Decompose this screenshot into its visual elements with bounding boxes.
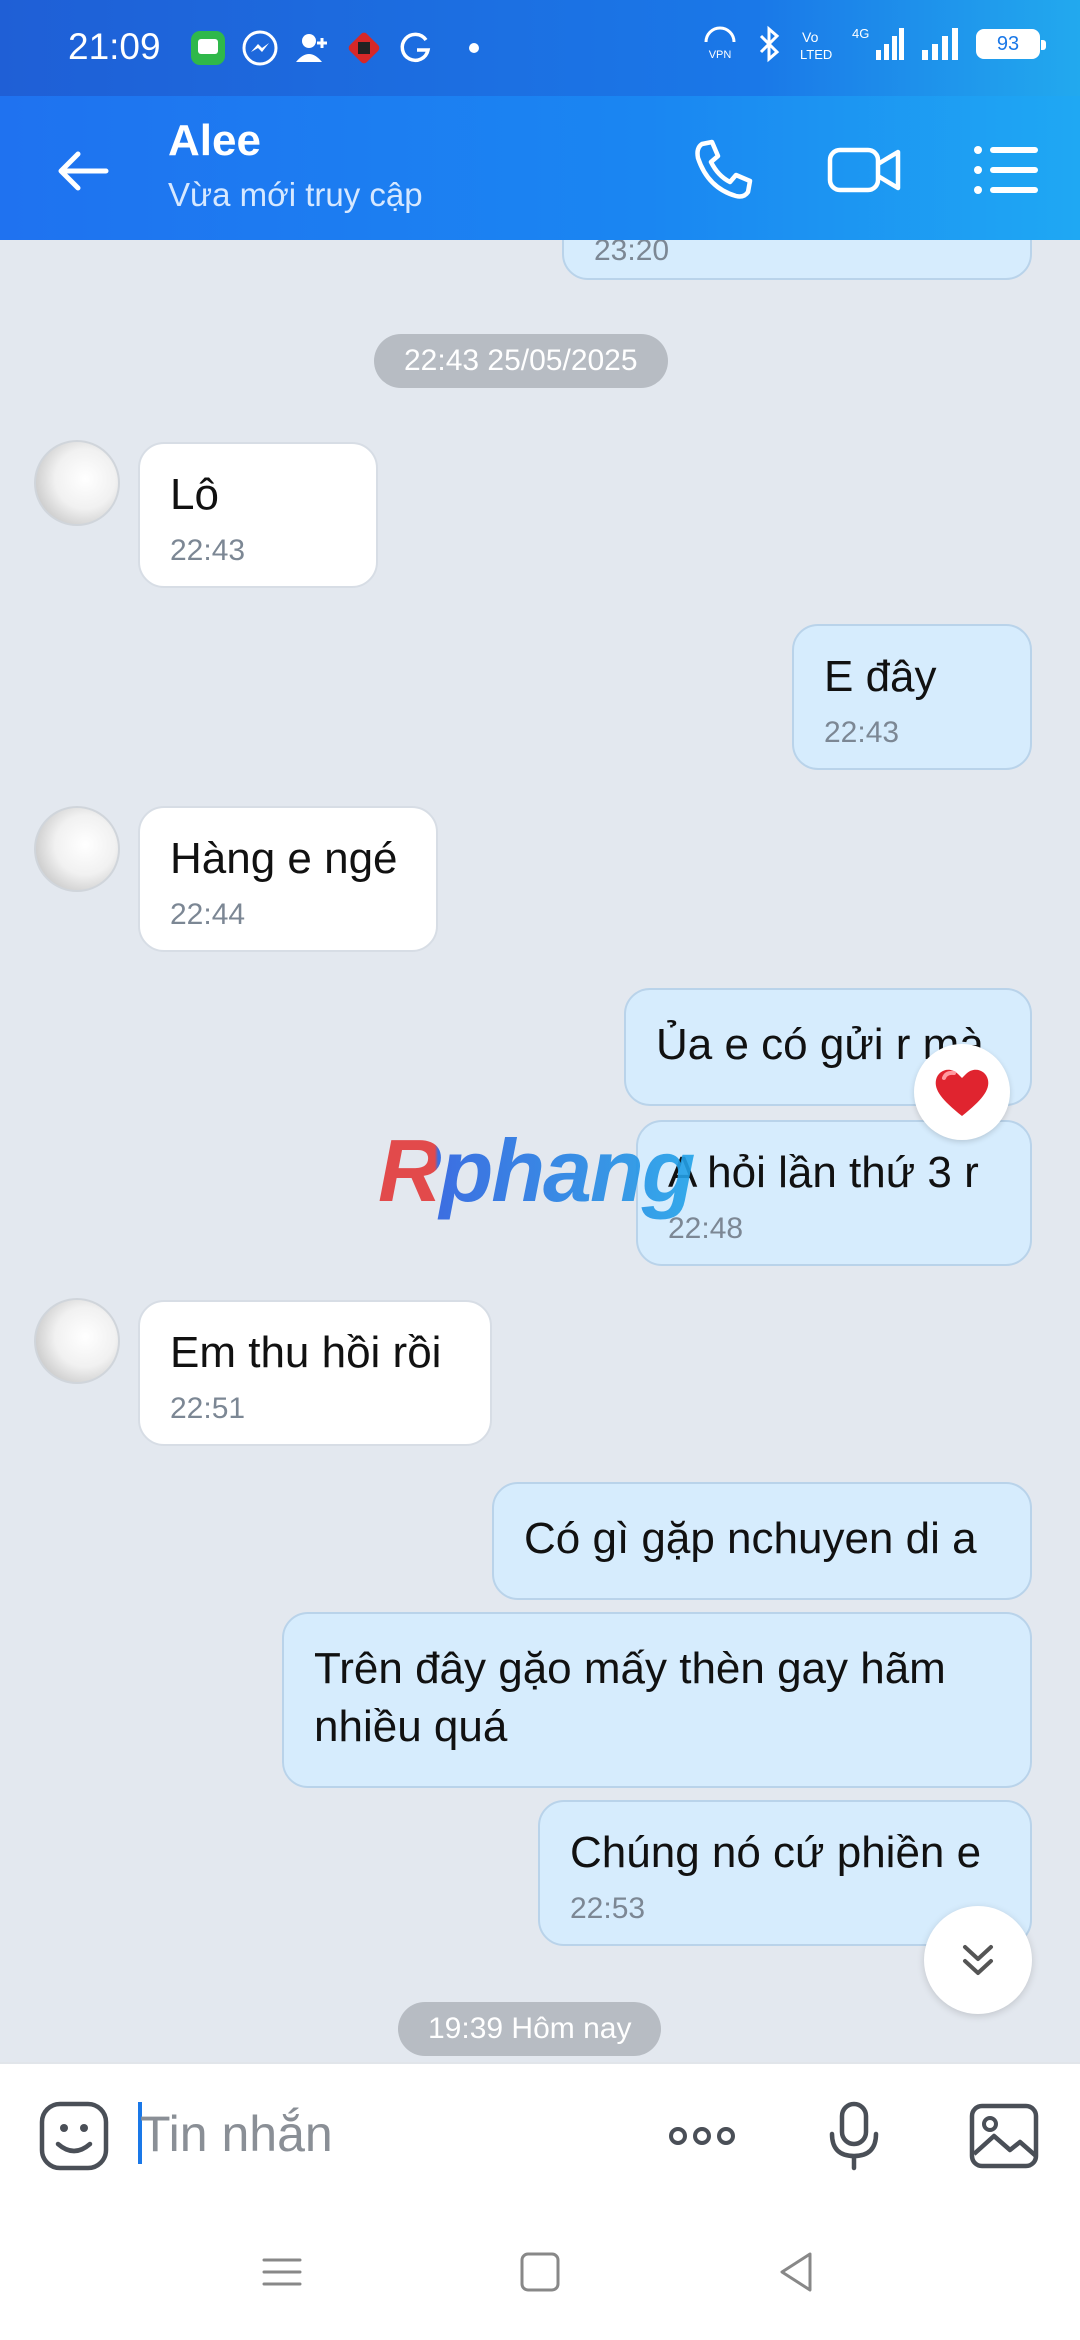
video-call-icon[interactable] [826,132,902,208]
chat-area[interactable]: 23:20 22:43 25/05/2025 Lô 22:43 E đây 22… [0,240,1080,2062]
chat-header: Alee Vừa mới truy cập [0,96,1080,240]
dot-icon [469,43,479,53]
message-time: 22:48 [668,1212,744,1245]
message-text: E đây [824,652,937,701]
message-bubble-outgoing[interactable]: Trên đây gặo mấy thèn gay hãm nhiều quá [282,1612,1032,1788]
message-time: 22:43 [824,716,900,749]
app-icon [348,32,380,64]
home-icon[interactable] [512,2244,568,2300]
message-bubble-incoming[interactable]: Hàng e ngé 22:44 [138,806,438,952]
contact-status: Vừa mới truy cập [168,176,423,213]
svg-text:Vo: Vo [802,29,819,45]
svg-text:VPN: VPN [709,49,732,61]
message-bubble-outgoing[interactable]: E đây 22:43 [792,624,1032,770]
message-bubble-outgoing[interactable]: Có gì gặp nchuyen di a [492,1482,1032,1600]
message-text: A hỏi lần thứ 3 r [668,1148,979,1197]
avatar[interactable] [34,1298,120,1384]
menu-list-icon[interactable] [968,132,1044,208]
message-text: Lô [170,470,219,519]
recent-apps-icon[interactable] [254,2244,310,2300]
double-chevron-down-icon [963,1945,993,1975]
reaction-heart[interactable] [914,1044,1010,1140]
message-text: Trên đây gặo mấy thèn gay hãm nhiều quá [314,1644,946,1751]
message-time: 22:44 [170,898,246,931]
add-contact-icon [296,34,327,62]
message-text: Hàng e ngé [170,834,398,883]
phone-call-icon[interactable] [684,132,760,208]
heart-icon [935,1069,989,1116]
message-bubble-outgoing[interactable]: A hỏi lần thứ 3 r 22:48 [636,1120,1032,1266]
date-separator: 19:39 Hôm nay [398,2002,662,2056]
signal-icon-2 [922,28,958,60]
avatar[interactable] [34,440,120,526]
more-options-icon[interactable] [664,2098,740,2174]
watermark-logo: Rphang [378,1121,696,1220]
message-time: 22:51 [170,1392,246,1425]
messenger-icon [242,30,278,66]
status-time: 21:09 [68,26,161,67]
signal-icon: 4G [852,26,904,60]
sticker-emoji-icon[interactable] [36,2098,112,2174]
volte-icon: Vo LTED [800,29,832,62]
scroll-to-bottom-button[interactable] [924,1906,1032,2014]
message-bubble-incoming[interactable]: Em thu hồi rồi 22:51 [138,1300,492,1446]
message-input[interactable] [138,2094,642,2174]
message-time: 23:20 [594,240,670,267]
contact-name[interactable]: Alee [168,116,261,166]
microphone-icon[interactable] [816,2098,892,2174]
image-gallery-icon[interactable] [966,2098,1042,2174]
back-arrow-icon[interactable] [48,136,118,206]
message-text: Chúng nó cứ phiền e [570,1828,982,1877]
status-bar: 21:09 VPN Vo LTED 4G 93 [0,0,1080,96]
network-label: 4G [852,26,869,41]
status-right: VPN Vo LTED 4G 93 [700,24,1046,64]
avatar[interactable] [34,806,120,892]
messages-app-icon [191,31,225,65]
message-time: 22:43 [170,534,246,567]
vpn-icon: VPN [704,26,736,61]
message-text: Có gì gặp nchuyen di a [524,1514,977,1563]
message-text: Em thu hồi rồi [170,1328,442,1377]
battery-level: 93 [996,32,1020,55]
message-input-bar [0,2062,1080,2202]
message-time: 22:53 [570,1892,646,1925]
message-bubble-incoming[interactable]: Lô 22:43 [138,442,378,588]
system-nav-bar [0,2200,1080,2340]
grammarly-icon [400,32,431,63]
svg-text:LTED: LTED [800,47,832,62]
back-nav-icon[interactable] [770,2244,826,2300]
battery-icon: 93 [976,29,1046,59]
bluetooth-icon [759,25,780,63]
message-bubble-partial[interactable]: 23:20 [562,240,1032,280]
date-separator: 22:43 25/05/2025 [374,334,668,388]
